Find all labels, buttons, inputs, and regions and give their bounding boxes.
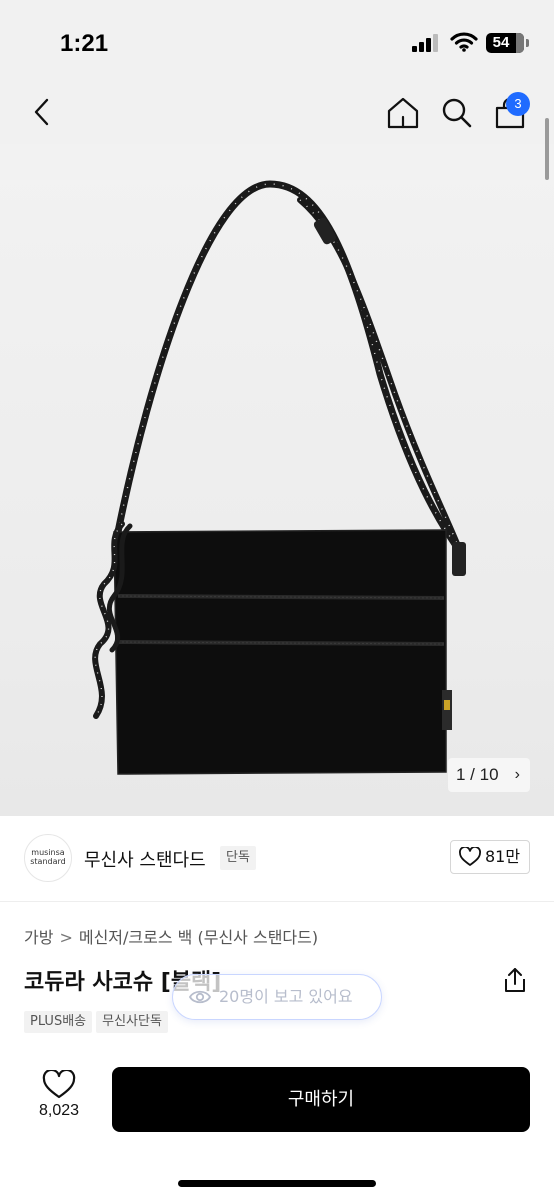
heart-icon [459,847,481,866]
wishlist-heart-icon[interactable] [42,1070,76,1100]
wishlist-count: 8,023 [38,1102,80,1119]
product-photo-bag [92,180,466,775]
breadcrumb-separator: > [59,928,73,947]
tag-exclusive: 무신사단독 [96,1011,168,1033]
eye-icon [189,990,211,1004]
product-image[interactable] [0,144,554,816]
breadcrumb-item[interactable]: 메신저/크로스 백 [79,924,193,948]
status-time: 1:21 [60,30,109,57]
status-bar: 1:21 54 [0,0,554,84]
brand-logo-line2: standard [30,857,66,866]
nav-bar [0,84,554,144]
breadcrumb-item[interactable]: (무신사 스탠다드) [197,924,318,948]
cart-count-badge: 3 [506,92,530,116]
chevron-right-icon: › [514,766,520,783]
battery-cap [526,39,529,47]
brand-like-button[interactable]: 81만 [450,840,530,874]
wifi-icon [450,32,478,52]
breadcrumb: 가방 > 메신저/크로스 백 (무신사 스탠다드) [24,924,318,948]
brand-logo-line1: musinsa [31,848,65,857]
scroll-indicator[interactable] [545,118,549,180]
viewer-count-text: 20명이 보고 있어요 [219,987,353,1006]
battery-level: 54 [492,34,510,51]
viewer-count-toast: 20명이 보고 있어요 [172,974,382,1020]
home-indicator[interactable] [178,1180,376,1187]
brand-row[interactable]: musinsa standard 무신사 스탠다드 단독 81만 [0,816,554,902]
product-tags: PLUS배송 무신사단독 [24,1010,172,1033]
home-icon[interactable] [386,96,420,130]
brand-like-count: 81만 [485,847,521,866]
back-icon[interactable] [30,96,54,128]
brand-logo[interactable]: musinsa standard [24,834,72,882]
battery-icon: 54 [486,33,524,53]
tag-plus-delivery: PLUS배송 [24,1011,93,1033]
brand-name[interactable]: 무신사 스탠다드 [84,846,206,872]
buy-button[interactable]: 구매하기 [112,1067,530,1132]
share-icon[interactable] [503,967,527,993]
exclusive-badge: 단독 [220,846,256,870]
signal-icon [412,34,438,52]
pager-text: 1 / 10 [456,765,499,784]
search-icon[interactable] [440,96,474,130]
breadcrumb-item[interactable]: 가방 [24,924,53,948]
image-pager[interactable]: 1 / 10 › [448,758,530,792]
